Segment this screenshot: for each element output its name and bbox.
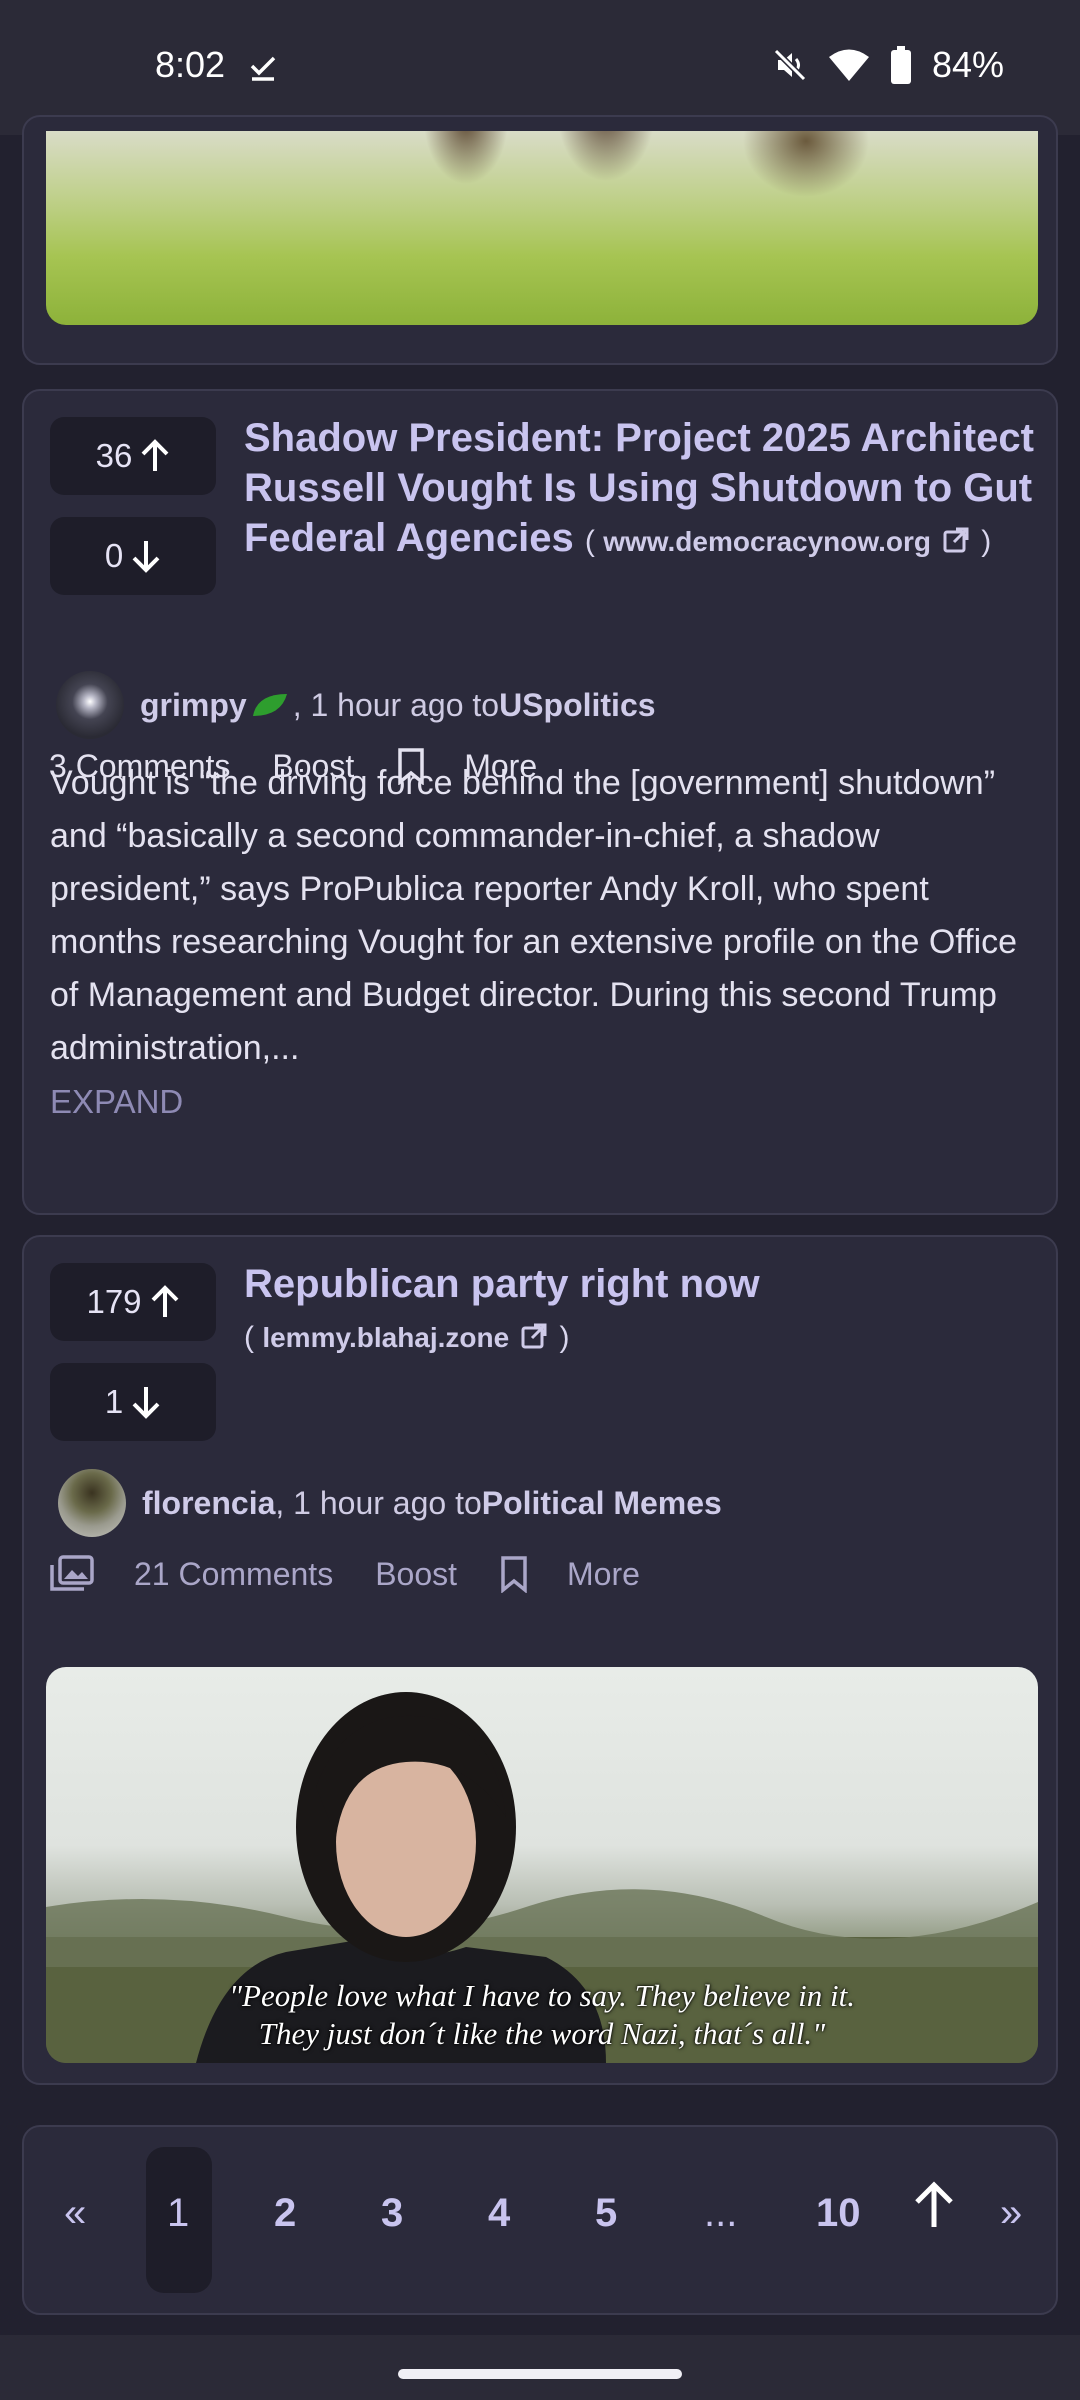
downvote-button[interactable]: 1 xyxy=(50,1363,216,1441)
page-3-button[interactable]: 3 xyxy=(381,2191,403,2236)
community-link[interactable]: USpolitics xyxy=(499,687,655,724)
bookmark-icon[interactable] xyxy=(396,747,426,785)
bookmark-icon[interactable] xyxy=(499,1555,529,1593)
avatar[interactable] xyxy=(58,1469,126,1537)
wifi-icon xyxy=(828,49,869,81)
comments-button[interactable]: 3 Comments xyxy=(49,748,230,785)
more-button[interactable]: More xyxy=(464,748,537,785)
external-link-icon[interactable] xyxy=(942,526,970,554)
post-title-block: Republican party right now ( lemmy.blaha… xyxy=(244,1262,760,1354)
post-domain-link[interactable]: www.democracynow.org xyxy=(603,526,931,557)
status-indicators: 84% xyxy=(772,44,1004,86)
boost-button[interactable]: Boost xyxy=(375,1556,457,1593)
post-image[interactable]: "People love what I have to say. They be… xyxy=(46,1667,1038,2063)
post-card-previous xyxy=(22,115,1058,365)
upvote-count: 36 xyxy=(95,437,133,474)
post-actions: 21 Comments Boost More xyxy=(50,1555,682,1593)
arrow-up-icon xyxy=(151,1285,178,1317)
arrow-down-icon xyxy=(132,1387,160,1419)
author-name[interactable]: florencia xyxy=(142,1485,275,1522)
page-2-button[interactable]: 2 xyxy=(274,2191,296,2236)
page-5-button[interactable]: 5 xyxy=(595,2191,617,2236)
community-link[interactable]: Political Memes xyxy=(482,1485,722,1522)
scroll-to-top-icon[interactable] xyxy=(912,2181,956,2231)
page-4-button[interactable]: 4 xyxy=(488,2191,510,2236)
post-time: , 1 hour ago to xyxy=(292,686,500,723)
arrow-up-icon xyxy=(141,439,169,471)
post-title-block: Shadow President: Project 2025 Architect… xyxy=(244,416,1034,560)
post-meta: florencia , 1 hour ago to Political Meme… xyxy=(58,1469,722,1537)
expand-button[interactable]: EXPAND xyxy=(50,1083,183,1121)
post-title[interactable]: Republican party right now xyxy=(244,1262,760,1306)
downvote-count: 0 xyxy=(104,537,124,574)
image-caption-line: "People love what I have to say. They be… xyxy=(229,1978,855,2013)
boost-button[interactable]: Boost xyxy=(272,748,354,785)
upvote-button[interactable]: 36 xyxy=(50,417,216,495)
image-caption: "People love what I have to say. They be… xyxy=(46,1977,1038,2053)
pagination: « 1 2 3 4 5 ... 10 » xyxy=(22,2125,1058,2315)
page-ellipsis: ... xyxy=(704,2191,738,2235)
downvote-button[interactable]: 0 xyxy=(50,517,216,595)
battery-percentage: 84% xyxy=(931,44,1004,85)
image-caption-line: They just don´t like the word Nazi, that… xyxy=(258,2016,826,2051)
upvote-button[interactable]: 179 xyxy=(50,1263,216,1341)
image-gallery-icon[interactable] xyxy=(50,1555,94,1593)
post-image[interactable] xyxy=(46,131,1038,325)
avatar[interactable] xyxy=(56,671,124,739)
author-name[interactable]: grimpy xyxy=(140,687,247,724)
home-gesture-handle[interactable] xyxy=(398,2369,682,2379)
feed: 36 0 Shadow President: Project 2025 Arch… xyxy=(0,115,1080,2335)
post-domain-link[interactable]: lemmy.blahaj.zone xyxy=(262,1322,509,1353)
post-actions: 3 Comments Boost More xyxy=(49,747,579,785)
post-body: Vought is “the driving force behind the … xyxy=(50,764,1018,1067)
more-button[interactable]: More xyxy=(567,1556,640,1593)
next-page-button[interactable]: » xyxy=(1000,2191,1022,2236)
prev-page-button[interactable]: « xyxy=(64,2191,86,2236)
leaf-flair-icon xyxy=(252,694,287,716)
post-card: 36 0 Shadow President: Project 2025 Arch… xyxy=(22,389,1058,1215)
battery-icon xyxy=(890,46,911,84)
comments-button[interactable]: 21 Comments xyxy=(134,1556,333,1593)
system-nav-bar xyxy=(0,2335,1080,2400)
arrow-down-icon xyxy=(132,541,160,573)
upvote-count: 179 xyxy=(86,1283,142,1320)
mute-icon xyxy=(773,48,807,82)
post-meta: grimpy , 1 hour ago to USpolitics xyxy=(56,671,656,739)
post-time: , 1 hour ago to xyxy=(275,1484,482,1521)
status-time: 8:02 xyxy=(155,44,226,85)
post-card: 179 1 Republican party right now ( lemmy… xyxy=(22,1235,1058,2085)
page-10-button[interactable]: 10 xyxy=(816,2191,861,2236)
download-done-icon xyxy=(250,56,276,81)
page-1-button[interactable]: 1 xyxy=(167,2191,189,2236)
downvote-count: 1 xyxy=(104,1383,124,1420)
external-link-icon[interactable] xyxy=(520,1322,548,1350)
